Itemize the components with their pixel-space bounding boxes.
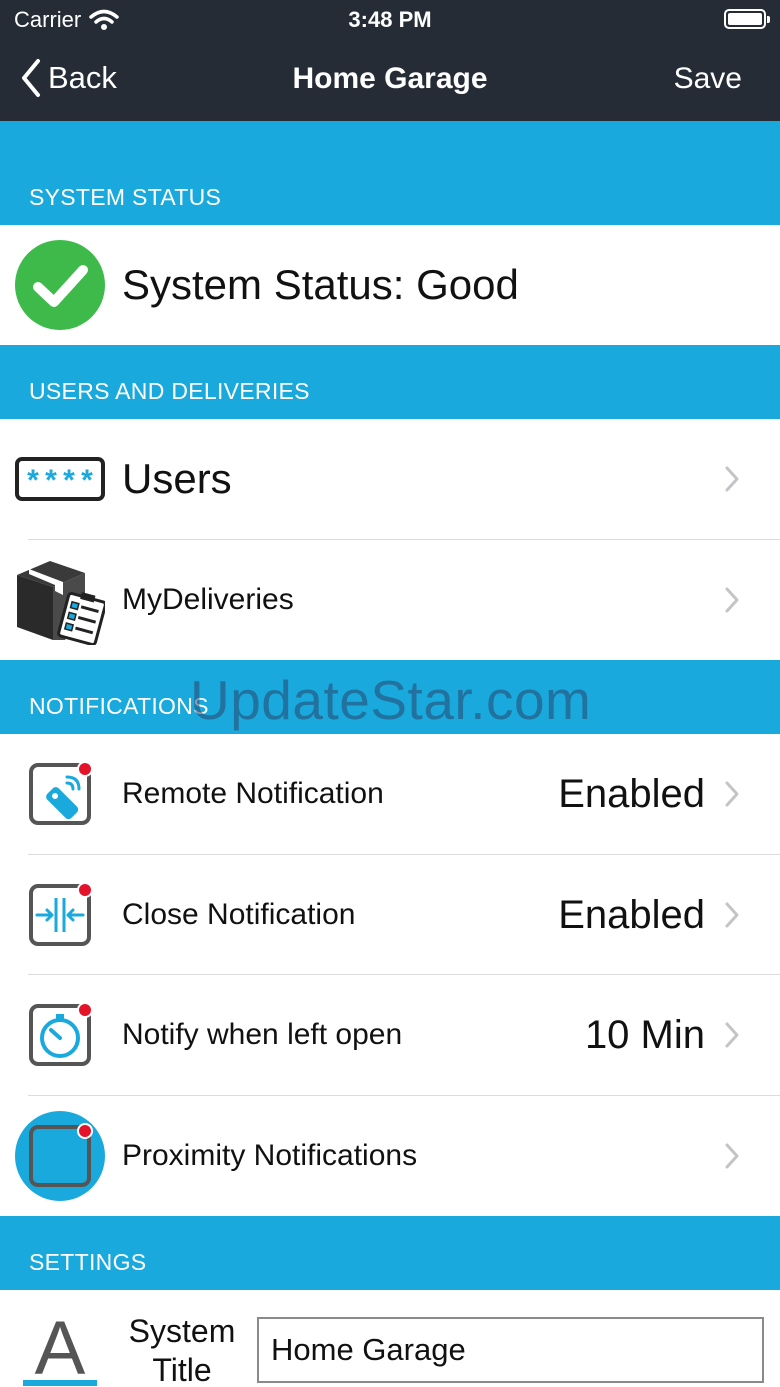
system-status-row: System Status: Good (0, 225, 780, 345)
notification-label: Close Notification (122, 898, 356, 931)
section-title: SETTINGS (29, 1249, 147, 1275)
chevron-right-icon (725, 466, 739, 492)
section-title: SYSTEM STATUS (29, 184, 222, 210)
system-title-input[interactable] (257, 1317, 764, 1383)
notification-label: Notify when left open (122, 1018, 403, 1051)
checkmark-icon (15, 240, 105, 330)
mydeliveries-row[interactable]: MyDeliveries (0, 540, 780, 660)
notification-label: Remote Notification (122, 777, 384, 810)
close-notification-row[interactable]: Close Notification Enabled (0, 855, 780, 975)
password-icon: **** (15, 457, 105, 501)
chevron-right-icon (725, 1022, 739, 1048)
mydeliveries-label: MyDeliveries (122, 583, 294, 616)
remote-notification-row[interactable]: Remote Notification Enabled (0, 734, 780, 854)
section-header-settings: SETTINGS (0, 1216, 780, 1290)
package-checklist-icon (17, 561, 105, 645)
system-status-label: System Status: Good (122, 261, 519, 308)
door-close-icon (29, 882, 93, 946)
notification-label: Proximity Notifications (122, 1139, 418, 1172)
chevron-right-icon (725, 781, 739, 807)
notification-value: Enabled (558, 892, 705, 937)
page-title: Home Garage (292, 62, 488, 95)
chevron-left-icon (22, 59, 40, 97)
text-format-icon-letter: A (35, 1308, 86, 1387)
status-time: 3:48 PM (348, 7, 432, 32)
save-button[interactable]: Save (674, 62, 742, 96)
section-header-notifications: NOTIFICATIONS (0, 660, 780, 734)
notification-value: Enabled (558, 771, 705, 816)
battery-icon (724, 9, 770, 29)
notification-value: 10 Min (584, 1012, 705, 1057)
back-label: Back (48, 60, 117, 95)
chevron-right-icon (725, 1143, 739, 1169)
chevron-right-icon (725, 587, 739, 613)
section-title: NOTIFICATIONS (29, 693, 209, 719)
system-title-label: System Title (128, 1313, 236, 1387)
remote-icon (29, 761, 93, 825)
system-title-row: A System Title (0, 1290, 780, 1387)
password-icon-text: **** (24, 467, 96, 501)
back-button[interactable]: Back (20, 58, 117, 98)
users-label: Users (122, 455, 232, 502)
proximity-notification-row[interactable]: Proximity Notifications (0, 1096, 780, 1216)
section-header-users-deliveries: USERS AND DELIVERIES (0, 345, 780, 419)
text-format-icon: A (23, 1308, 97, 1387)
users-row[interactable]: **** Users (0, 419, 780, 539)
top-bar: Carrier 3:48 PM Back Home Garage Save (0, 0, 780, 121)
section-header-system-status: SYSTEM STATUS (0, 121, 780, 225)
section-title: USERS AND DELIVERIES (29, 378, 310, 404)
left-open-notification-row[interactable]: Notify when left open 10 Min (0, 975, 780, 1095)
proximity-icon (15, 1111, 105, 1201)
chevron-right-icon (725, 902, 739, 928)
timer-icon (29, 1002, 93, 1066)
